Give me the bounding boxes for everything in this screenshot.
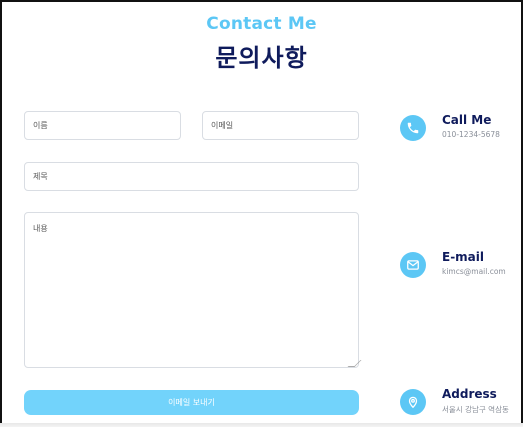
contact-email-text: E-mail kimcs@mail.com: [442, 250, 506, 276]
contact-email-address: kimcs@mail.com: [442, 267, 506, 276]
name-input[interactable]: [24, 111, 181, 140]
contact-email: E-mail kimcs@mail.com: [400, 250, 506, 278]
contact-email-title: E-mail: [442, 250, 485, 264]
bottom-divider: [0, 423, 523, 427]
contact-phone: Call Me 010-1234-5678: [400, 113, 500, 141]
contact-address-text: Address 서울시 강남구 역삼동: [442, 387, 509, 415]
contact-address-detail: 서울시 강남구 역삼동: [442, 405, 509, 414]
contact-phone-title: Call Me: [442, 113, 492, 127]
email-input[interactable]: [202, 111, 359, 140]
page-title: 문의사항: [215, 44, 308, 72]
section-subtitle: Contact Me: [206, 14, 317, 34]
contact-address-title: Address: [442, 387, 497, 401]
subject-input[interactable]: [24, 162, 359, 191]
mail-icon: [400, 252, 426, 278]
message-textarea[interactable]: [24, 212, 359, 368]
phone-icon: [400, 115, 426, 141]
location-pin-icon: [400, 389, 426, 415]
contact-address: Address 서울시 강남구 역삼동: [400, 387, 509, 415]
contact-phone-number: 010-1234-5678: [442, 130, 500, 139]
contact-phone-text: Call Me 010-1234-5678: [442, 113, 500, 139]
send-email-button[interactable]: 이메일 보내기: [24, 390, 359, 415]
section-header: Contact Me 문의사항: [0, 14, 523, 73]
